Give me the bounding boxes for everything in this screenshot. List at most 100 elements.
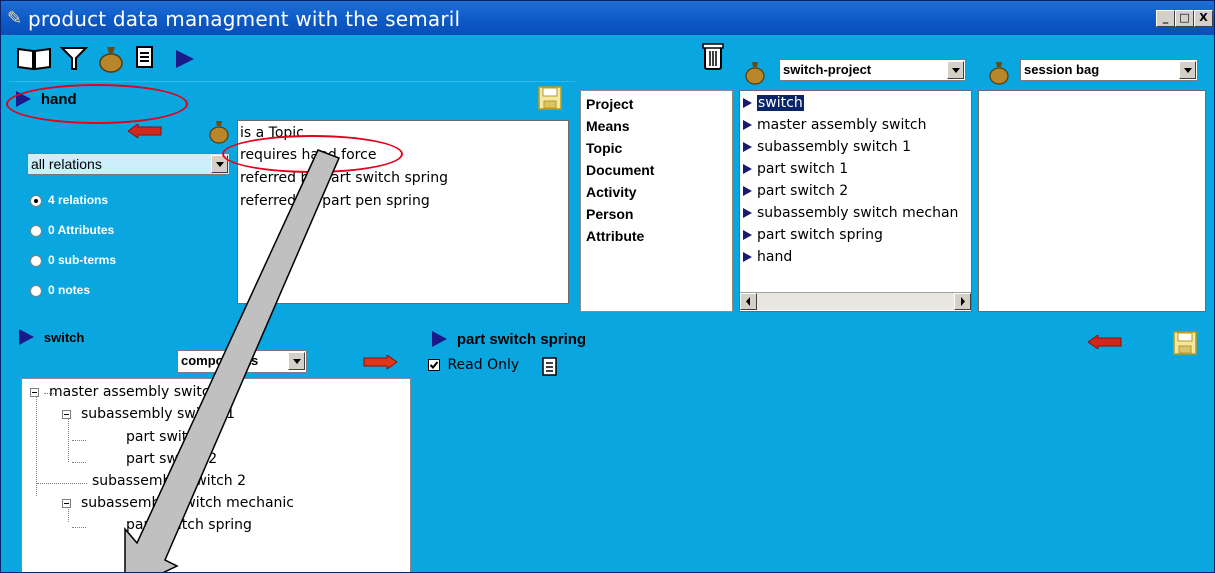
project-item-selected[interactable]: switch [743, 92, 805, 114]
tree-node[interactable]: subassembly switch 1 [62, 406, 235, 422]
book-icon[interactable] [17, 45, 51, 77]
relation-item[interactable]: referred by part pen spring [240, 190, 430, 212]
tree-line [72, 462, 86, 463]
project-item-label: part switch spring [757, 227, 883, 243]
project-bag-icon[interactable] [744, 61, 766, 88]
detail-panel [418, 319, 1214, 572]
item-arrow-icon [743, 186, 752, 196]
category-item[interactable]: Document [586, 159, 654, 182]
project-item[interactable]: part switch 1 [743, 158, 848, 180]
horizontal-scrollbar[interactable] [740, 292, 971, 310]
collapse-icon[interactable] [30, 387, 39, 397]
tree-play-icon[interactable] [19, 329, 34, 346]
tree-node[interactable]: subassembly switch mechanic [62, 495, 294, 511]
radio-dot[interactable] [30, 224, 42, 237]
project-select[interactable]: switch-project [779, 59, 966, 81]
tree-node[interactable]: part switch 2 [126, 451, 217, 467]
project-item[interactable]: subassembly switch 1 [743, 136, 911, 158]
radio-dot[interactable] [30, 284, 42, 297]
tree-node-label: master assembly switch [49, 384, 219, 400]
relation-filter-value: all relations [31, 156, 102, 172]
category-list: Project Means Topic Document Activity Pe… [580, 90, 733, 312]
note-icon[interactable] [542, 357, 558, 380]
chevron-down-icon[interactable] [947, 61, 964, 79]
document-icon[interactable] [135, 45, 155, 75]
tree-line [72, 440, 86, 441]
category-item[interactable]: Means [586, 115, 630, 138]
tree-node[interactable]: subassembly switch 2 [92, 473, 246, 489]
detail-back-arrow-icon[interactable] [1087, 334, 1122, 352]
tree-node[interactable]: part switch spring [126, 517, 252, 533]
tree-node[interactable]: master assembly switch [30, 384, 218, 400]
checkbox-box[interactable] [428, 359, 440, 371]
tree-node-label: part switch spring [126, 517, 252, 533]
tree-node[interactable]: part switch 1 [126, 429, 217, 445]
view-select[interactable]: components [177, 350, 307, 373]
project-item[interactable]: master assembly switch [743, 114, 926, 136]
radio-subterms[interactable]: 0 sub-terms [30, 253, 116, 267]
radio-dot[interactable] [30, 194, 42, 207]
tree-title-label: switch [43, 329, 85, 345]
tree-title: switch [19, 328, 85, 346]
detail-play-icon[interactable] [432, 331, 447, 348]
item-arrow-icon [743, 142, 752, 152]
item-arrow-icon [743, 120, 752, 130]
project-item[interactable]: subassembly switch mechan [743, 202, 958, 224]
chevron-down-icon[interactable] [288, 352, 305, 370]
collapse-icon[interactable] [62, 498, 71, 508]
forward-arrow-icon[interactable] [363, 354, 398, 372]
read-only-label: Read Only [447, 357, 520, 373]
category-item[interactable]: Topic [586, 137, 622, 160]
category-item[interactable]: Project [586, 93, 633, 116]
tree-node-label: subassembly switch 1 [81, 406, 236, 422]
tree-node-label: subassembly switch mechanic [81, 495, 294, 511]
radio-attributes[interactable]: 0 Attributes [30, 223, 114, 237]
save-icon[interactable] [538, 86, 562, 113]
project-item-label: switch [756, 94, 805, 112]
view-select-value: components [181, 353, 259, 368]
window-title: product data managment with the semaril [28, 7, 461, 31]
tree-node-label: part switch 1 [126, 429, 218, 445]
project-item[interactable]: part switch 2 [743, 180, 848, 202]
detail-save-icon[interactable] [1173, 331, 1197, 358]
project-item-label: subassembly switch mechan [757, 205, 959, 221]
session-select[interactable]: session bag [1020, 59, 1198, 81]
close-button[interactable]: X [1194, 10, 1213, 27]
term-bag-icon[interactable] [208, 120, 230, 147]
detail-title-label: part switch spring [456, 330, 587, 348]
back-arrow-icon[interactable] [127, 123, 162, 141]
maximize-button[interactable]: □ [1175, 10, 1194, 27]
minimize-button[interactable]: _ [1156, 10, 1175, 27]
filter-icon[interactable] [59, 45, 89, 77]
trash-icon[interactable] [702, 41, 724, 77]
highlight-oval [6, 84, 188, 124]
category-item[interactable]: Attribute [586, 225, 644, 248]
radio-notes[interactable]: 0 notes [30, 283, 90, 297]
session-bag-icon[interactable] [988, 61, 1010, 88]
bag-icon[interactable] [97, 45, 125, 79]
title-bar[interactable]: ✎ product data managment with the semari… [1, 1, 1214, 35]
tree-node-label: part switch 2 [126, 451, 218, 467]
scroll-right-button[interactable] [954, 293, 971, 310]
app-window: ✎ product data managment with the semari… [0, 0, 1215, 573]
project-item[interactable]: hand [743, 246, 792, 268]
radio-dot[interactable] [30, 254, 42, 267]
relation-filter-select[interactable]: all relations [27, 153, 230, 175]
radio-label: 0 sub-terms [48, 253, 117, 267]
project-item[interactable]: part switch spring [743, 224, 883, 246]
item-arrow-icon [743, 164, 752, 174]
category-item[interactable]: Activity [586, 181, 637, 204]
item-arrow-icon [743, 230, 752, 240]
project-item-label: hand [757, 249, 793, 265]
collapse-icon[interactable] [62, 409, 71, 419]
scroll-left-button[interactable] [740, 293, 757, 310]
play-icon[interactable] [174, 49, 196, 75]
chevron-down-icon[interactable] [1179, 61, 1196, 79]
tree-node-label: subassembly switch 2 [92, 473, 247, 489]
project-item-label: master assembly switch [757, 117, 927, 133]
item-arrow-icon [743, 208, 752, 218]
category-item[interactable]: Person [586, 203, 633, 226]
radio-relations[interactable]: 4 relations [30, 193, 108, 207]
project-select-value: switch-project [783, 62, 872, 77]
read-only-checkbox[interactable]: Read Only [428, 357, 519, 373]
